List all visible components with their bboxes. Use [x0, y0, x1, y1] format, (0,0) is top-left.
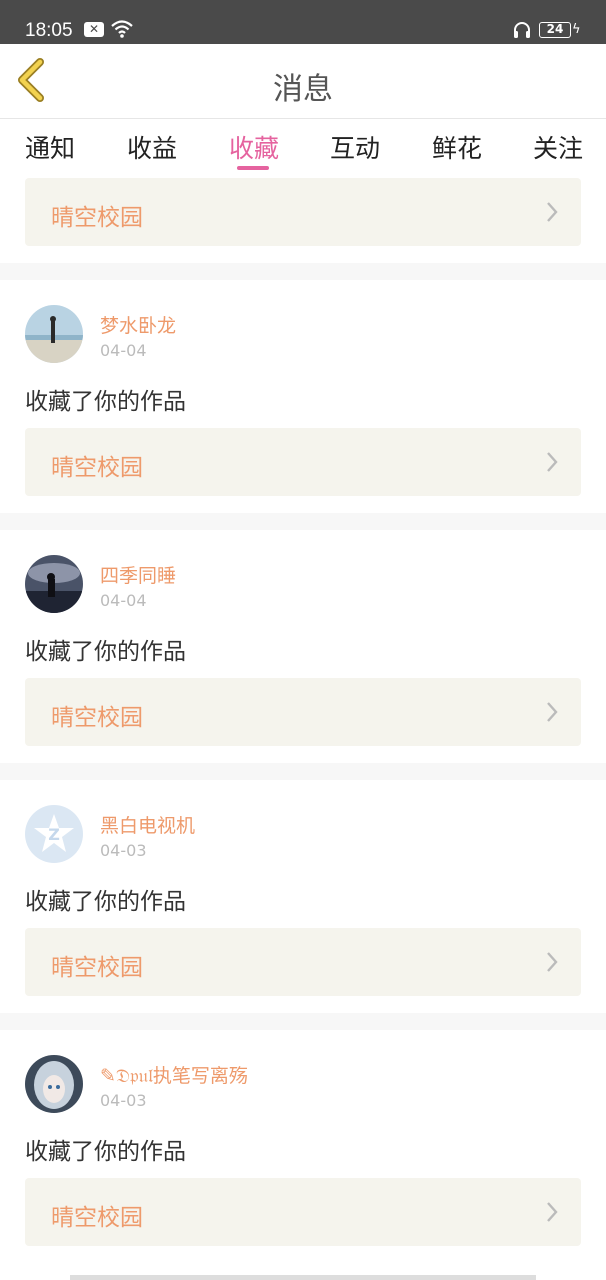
anime-avatar-icon — [25, 1055, 83, 1113]
notification-icon: ✕ — [84, 22, 104, 37]
message-date: 04-04 — [100, 591, 147, 610]
chevron-right-icon — [547, 202, 558, 222]
divider — [0, 513, 606, 530]
user-photo-icon — [25, 305, 83, 363]
message-date: 04-03 — [100, 841, 147, 860]
user-name[interactable]: 梦水卧龙 — [100, 311, 176, 338]
app-header: 消息 — [0, 44, 606, 119]
message-date: 04-04 — [100, 341, 147, 360]
charging-icon: ϟ — [572, 22, 581, 37]
message-text: 收藏了你的作品 — [25, 889, 186, 915]
bottom-scroll-edge — [70, 1275, 536, 1280]
tab-bar: 通知 收益 收藏 互动 鲜花 关注 — [0, 119, 606, 175]
tab-favorites[interactable]: 收藏 — [229, 129, 279, 165]
avatar[interactable]: Z — [25, 805, 83, 863]
tab-flowers[interactable]: 鲜花 — [432, 129, 482, 165]
work-title: 晴空校园 — [51, 705, 143, 731]
work-title: 晴空校园 — [51, 455, 143, 481]
user-name[interactable]: 四季同睡 — [100, 561, 176, 588]
chevron-right-icon — [547, 1202, 558, 1222]
work-title: 晴空校园 — [51, 955, 143, 981]
avatar[interactable] — [25, 305, 83, 363]
divider — [0, 263, 606, 280]
work-card[interactable]: 晴空校园 — [25, 928, 581, 996]
work-title: 晴空校园 — [51, 205, 143, 231]
message-date: 04-03 — [100, 1091, 147, 1110]
work-card[interactable]: 晴空校园 — [25, 178, 581, 246]
message-text: 收藏了你的作品 — [25, 639, 186, 665]
avatar[interactable] — [25, 555, 83, 613]
page-title: 消息 — [273, 72, 333, 107]
svg-text:Z: Z — [48, 825, 60, 844]
chevron-right-icon — [547, 452, 558, 472]
headset-icon — [514, 22, 530, 38]
divider — [0, 1013, 606, 1030]
work-card[interactable]: 晴空校园 — [25, 1178, 581, 1246]
avatar[interactable] — [25, 1055, 83, 1113]
status-bar: 18:05 ✕ 24 ϟ — [0, 0, 606, 44]
tab-earnings[interactable]: 收益 — [127, 129, 177, 165]
message-text: 收藏了你的作品 — [25, 389, 186, 415]
active-tab-indicator — [237, 166, 269, 170]
battery-icon: 24 — [539, 22, 571, 38]
user-name[interactable]: 黑白电视机 — [100, 811, 195, 838]
work-card[interactable]: 晴空校园 — [25, 678, 581, 746]
tab-notice[interactable]: 通知 — [25, 129, 75, 165]
chevron-right-icon — [547, 952, 558, 972]
tab-follow[interactable]: 关注 — [533, 129, 583, 165]
chevron-right-icon — [547, 702, 558, 722]
status-time: 18:05 — [25, 20, 73, 41]
default-avatar-icon: Z — [25, 805, 83, 863]
tab-interaction[interactable]: 互动 — [330, 129, 380, 165]
wifi-icon — [111, 20, 133, 38]
user-photo-icon — [25, 555, 83, 613]
user-name[interactable]: ✎𝔇𝔭𝔲𝔩执笔写离殇 — [100, 1061, 248, 1088]
work-title: 晴空校园 — [51, 1205, 143, 1231]
work-card[interactable]: 晴空校园 — [25, 428, 581, 496]
divider — [0, 763, 606, 780]
message-text: 收藏了你的作品 — [25, 1139, 186, 1165]
